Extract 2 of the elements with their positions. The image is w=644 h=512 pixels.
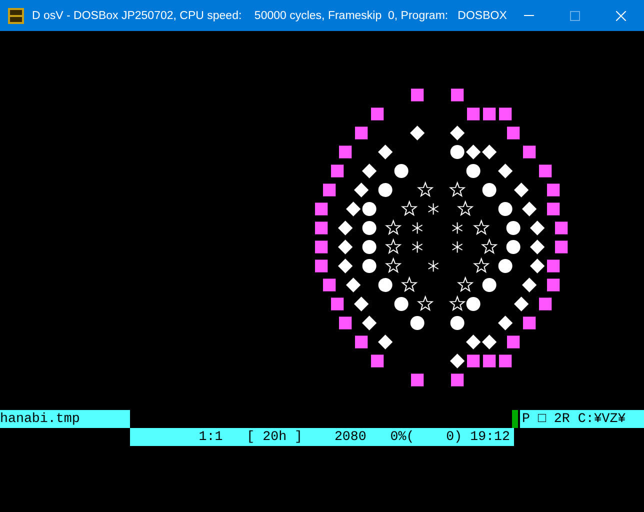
file-name: hanabi.tmp — [0, 410, 130, 428]
window-title: D osV - DOSBox JP250702, CPU speed: 50000 cycles, Frameskip 0, Program: DOSBOX — [32, 10, 506, 22]
